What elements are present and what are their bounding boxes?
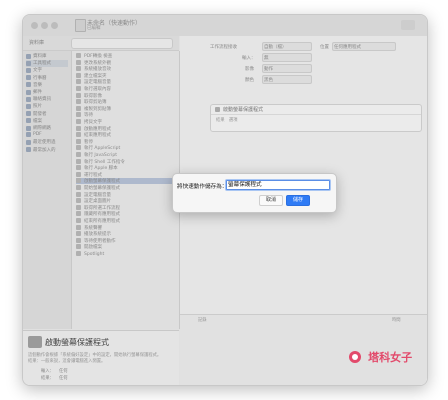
watermark-logo: 塔科女子 [349,346,412,365]
cancel-button[interactable]: 取消 [259,195,283,206]
save-dialog: 將快速動作儲存為： 螢幕保護程式 取消 儲存 [172,173,337,213]
save-name-input[interactable]: 螢幕保護程式 [226,180,330,190]
watermark-icon [349,350,361,363]
save-button[interactable]: 儲存 [286,195,310,206]
save-as-label: 將快速動作儲存為： [177,184,228,190]
watermark-text: 塔科女子 [368,350,413,364]
